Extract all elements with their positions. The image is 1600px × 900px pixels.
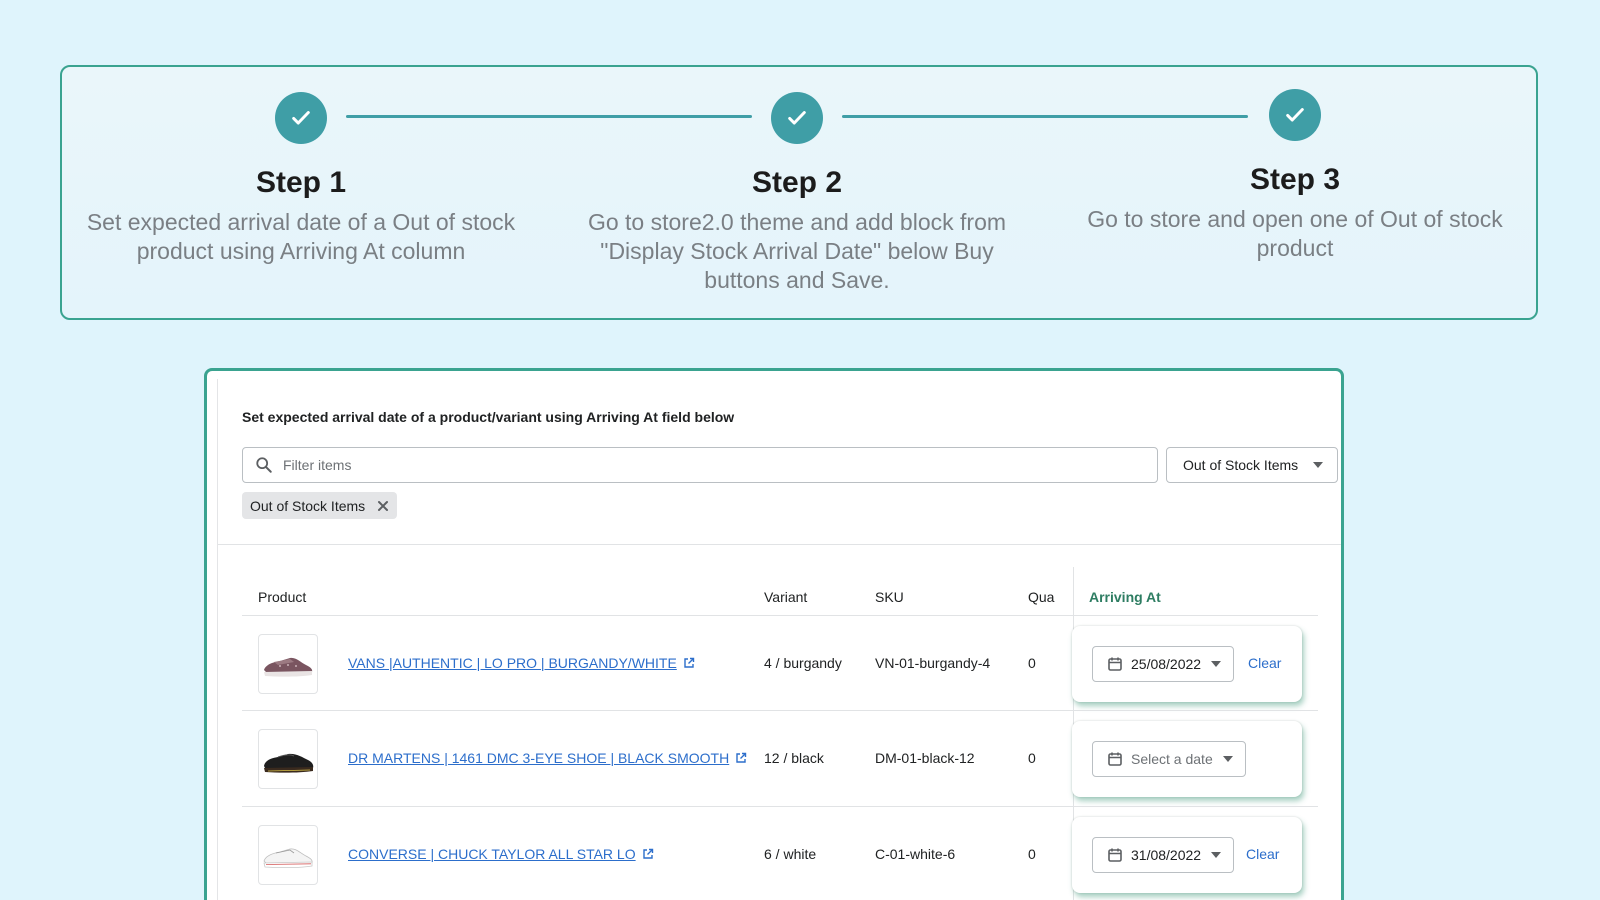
caret-down-icon (1313, 462, 1323, 468)
product-link[interactable]: VANS |AUTHENTIC | LO PRO | BURGANDY/WHIT… (348, 655, 695, 671)
product-link[interactable]: CONVERSE | CHUCK TAYLOR ALL STAR LO (348, 846, 654, 862)
search-input[interactable] (283, 457, 1143, 473)
caret-down-icon (1211, 852, 1222, 858)
product-thumbnail (258, 825, 318, 885)
white-sneaker-icon (263, 848, 313, 869)
clear-date-link[interactable]: Clear (1246, 846, 1279, 862)
table-row: VANS |AUTHENTIC | LO PRO | BURGANDY/WHIT… (242, 616, 1318, 712)
step-3-title: Step 3 (1249, 163, 1341, 196)
step-1-description: Set expected arrival date of a Out of st… (86, 209, 516, 264)
search-box[interactable] (242, 447, 1158, 483)
applied-filter-tag: Out of Stock Items (242, 492, 398, 519)
calendar-icon (1108, 848, 1122, 862)
column-header-quantity: Qua (1028, 589, 1055, 605)
caret-down-icon (1222, 756, 1233, 762)
date-picker-button[interactable]: Select a date (1092, 741, 1246, 777)
step-3-check-icon (1269, 89, 1321, 141)
close-icon[interactable] (377, 500, 389, 512)
variant-cell: 12 / black (764, 750, 824, 766)
step-1-title: Step 1 (255, 166, 347, 199)
sku-cell: C-01-white-6 (875, 846, 956, 862)
applied-filter-label: Out of Stock Items (250, 497, 366, 514)
table-row: DR MARTENS | 1461 DMC 3-EYE SHOE | BLACK… (242, 711, 1318, 807)
step-2: Step 2 Go to store2.0 theme and add bloc… (562, 92, 1032, 295)
steps-panel: Step 1 Set expected arrival date of a Ou… (60, 65, 1538, 320)
app-frame: Set expected arrival date of a product/v… (204, 368, 1344, 900)
black-shoe-icon (264, 753, 314, 773)
product-thumbnail (258, 729, 318, 789)
sku-cell: VN-01-burgandy-4 (875, 655, 991, 671)
product-link-text: VANS |AUTHENTIC | LO PRO | BURGANDY/WHIT… (348, 655, 677, 671)
product-link-text: CONVERSE | CHUCK TAYLOR ALL STAR LO (348, 846, 636, 862)
date-value: 25/08/2022 (1131, 656, 1202, 672)
header-divider (218, 544, 1341, 545)
table-row: CONVERSE | CHUCK TAYLOR ALL STAR LO 6 / … (242, 807, 1318, 900)
burgundy-sneaker-icon (264, 657, 313, 677)
column-header-product: Product (258, 589, 307, 605)
step-2-title: Step 2 (751, 166, 843, 199)
external-link-icon (684, 657, 694, 668)
date-value: 31/08/2022 (1131, 847, 1202, 863)
step-2-description: Go to store2.0 theme and add block from … (587, 209, 1007, 293)
quantity-cell: 0 (1028, 846, 1036, 862)
date-picker-button[interactable]: 25/08/2022 (1092, 646, 1235, 682)
stock-filter-selected: Out of Stock Items (1183, 457, 1299, 473)
date-picker-button[interactable]: 31/08/2022 (1092, 837, 1235, 873)
step-2-check-icon (771, 92, 823, 144)
quantity-cell: 0 (1028, 655, 1036, 671)
clear-date-link[interactable]: Clear (1248, 655, 1281, 671)
step-1: Step 1 Set expected arrival date of a Ou… (66, 92, 536, 266)
product-thumbnail (258, 634, 318, 694)
column-header-arriving-at: Arriving At (1089, 589, 1161, 605)
search-icon (256, 457, 272, 473)
app-card: Set expected arrival date of a product/v… (217, 379, 1341, 900)
step-1-check-icon (275, 92, 327, 144)
step-3-description: Go to store and open one of Out of stock… (1087, 206, 1503, 261)
arriving-at-card: Select a date (1072, 721, 1302, 797)
quantity-cell: 0 (1028, 750, 1036, 766)
variant-cell: 6 / white (764, 846, 817, 862)
instruction-text: Set expected arrival date of a product/v… (242, 409, 735, 425)
arriving-at-card: 31/08/2022 Clear (1072, 817, 1302, 893)
calendar-icon (1108, 752, 1122, 766)
product-link-text: DR MARTENS | 1461 DMC 3-EYE SHOE | BLACK… (348, 750, 730, 766)
arriving-at-card: 25/08/2022 Clear (1072, 626, 1302, 702)
stock-filter-select[interactable]: Out of Stock Items (1166, 447, 1338, 483)
external-link-icon (736, 752, 747, 763)
caret-down-icon (1211, 661, 1222, 667)
column-header-sku: SKU (875, 589, 904, 605)
column-header-variant: Variant (764, 589, 808, 605)
external-link-icon (642, 848, 653, 859)
step-3: Step 3 Go to store and open one of Out o… (1058, 89, 1532, 263)
product-link[interactable]: DR MARTENS | 1461 DMC 3-EYE SHOE | BLACK… (348, 750, 747, 766)
date-placeholder: Select a date (1131, 751, 1213, 767)
calendar-icon (1108, 657, 1122, 671)
sku-cell: DM-01-black-12 (875, 750, 975, 766)
variant-cell: 4 / burgandy (764, 655, 842, 671)
